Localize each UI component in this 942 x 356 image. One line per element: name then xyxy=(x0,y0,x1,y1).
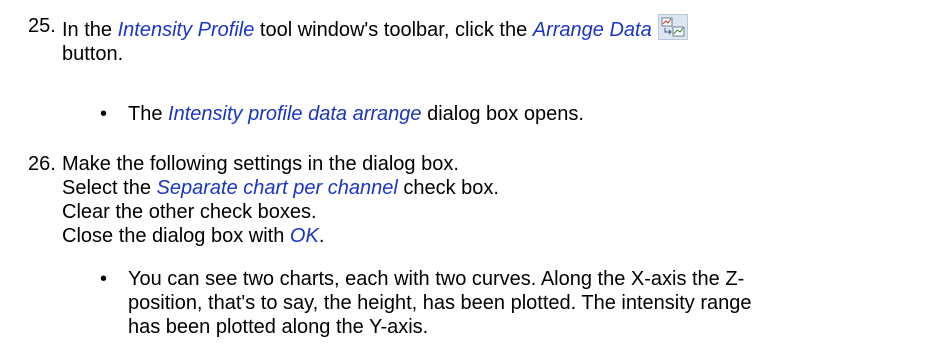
step-line: Select the Separate chart per channel ch… xyxy=(62,177,499,199)
step-line: Close the dialog box with OK. xyxy=(62,225,325,247)
checkbox-name: Separate chart per channel xyxy=(156,177,398,199)
bullet-icon: • xyxy=(100,268,108,290)
bullet-text: You can see two charts, each with two cu… xyxy=(128,268,752,338)
tool-name: Intensity Profile xyxy=(117,19,255,41)
step-number: 25. xyxy=(28,15,56,37)
arrange-data-icon xyxy=(657,14,688,40)
step-line: Make the following settings in the dialo… xyxy=(62,153,459,175)
step-text: In the Intensity Profile tool window's t… xyxy=(62,14,922,66)
bullet-icon: • xyxy=(100,103,108,125)
bullet-text: The Intensity profile data arrange dialo… xyxy=(128,103,584,125)
step-number: 26. xyxy=(28,153,56,175)
step-line: In the Intensity Profile tool window's t… xyxy=(62,14,922,42)
step-line: Clear the other check boxes. xyxy=(62,201,317,223)
ok-label: OK xyxy=(289,225,319,247)
dialog-name: Intensity profile data arrange xyxy=(168,103,422,125)
step-text: Make the following settings in the dialo… xyxy=(62,152,922,248)
button-name: Arrange Data xyxy=(532,19,652,41)
step-line: button. xyxy=(62,43,124,65)
